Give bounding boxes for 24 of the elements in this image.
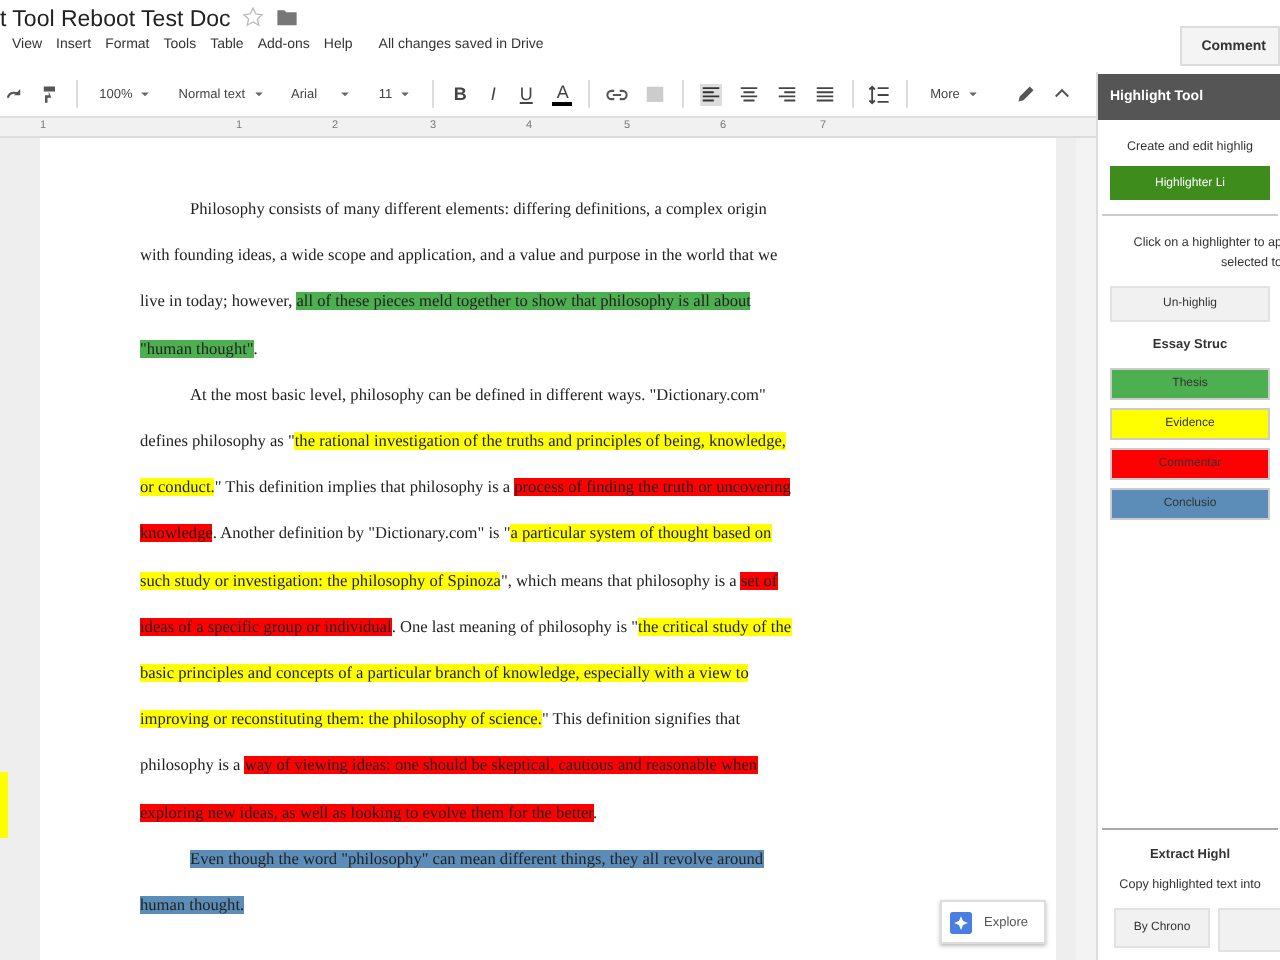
caret-icon (400, 89, 411, 99)
align-center-icon[interactable] (737, 83, 760, 105)
caret-icon (253, 89, 264, 99)
document-title[interactable]: t Tool Reboot Test Doc (0, 8, 231, 32)
line-spacing-icon[interactable] (868, 83, 891, 105)
italic-button[interactable]: I (486, 84, 500, 104)
caret-icon (967, 89, 978, 99)
caret-icon (340, 89, 351, 99)
redo-icon[interactable] (4, 84, 24, 104)
caret-icon (140, 89, 151, 99)
paragraph: Even though the word "philosophy" can mean different things, they all revolve around human thought. (140, 847, 766, 919)
align-left-icon[interactable] (699, 83, 722, 105)
highlight-marker (0, 772, 8, 838)
paint-format-icon[interactable] (40, 84, 60, 104)
bold-button[interactable]: B (449, 84, 471, 104)
align-right-icon[interactable] (775, 83, 798, 105)
pencil-icon[interactable] (1015, 84, 1036, 104)
star-icon[interactable] (242, 5, 265, 27)
underline-button[interactable]: U (515, 84, 537, 104)
folder-icon[interactable] (276, 5, 299, 27)
scrollbar[interactable] (1076, 138, 1096, 960)
justify-icon[interactable] (813, 83, 836, 105)
text-color-button[interactable]: A (552, 82, 573, 106)
sparkle-icon (950, 911, 972, 933)
